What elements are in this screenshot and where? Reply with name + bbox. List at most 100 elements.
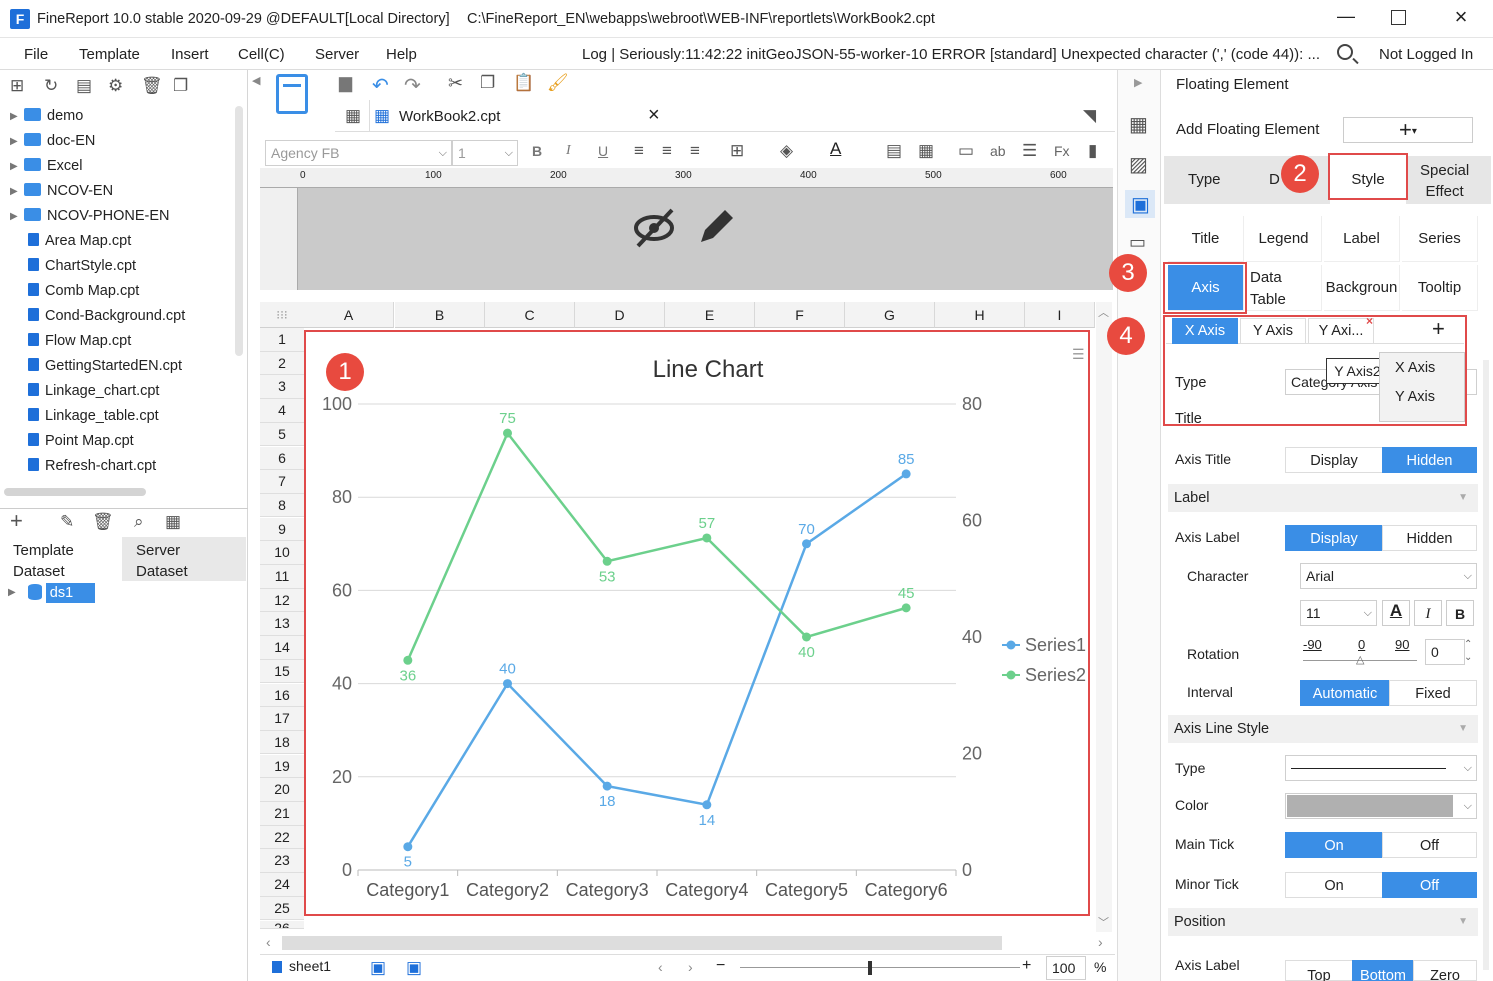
row-number[interactable]: 14 bbox=[260, 636, 304, 660]
style-tab-legend[interactable]: Legend bbox=[1246, 216, 1322, 262]
tree-file[interactable]: Area Map.cpt bbox=[10, 229, 131, 254]
style-tab-backgroun[interactable]: Backgroun bbox=[1324, 265, 1400, 311]
axis-line-style-section[interactable]: Axis Line Style ▼ bbox=[1168, 715, 1478, 743]
menu-help[interactable]: Help bbox=[386, 46, 417, 63]
collapse-right-icon[interactable]: ▶ bbox=[1134, 76, 1142, 89]
tree-file[interactable]: Flow Map.cpt bbox=[10, 329, 131, 354]
login-status[interactable]: Not Logged In bbox=[1379, 46, 1473, 63]
collapse-left-icon[interactable]: ◀ bbox=[252, 74, 260, 87]
tab-workbook2[interactable]: ▦ WorkBook2.cpt × bbox=[369, 100, 669, 132]
style-tab-label[interactable]: Label bbox=[1324, 216, 1400, 262]
row-number[interactable]: 17 bbox=[260, 707, 304, 731]
line-type-select[interactable]: ⌵ bbox=[1285, 755, 1477, 781]
align-right-icon[interactable]: ≡ bbox=[690, 141, 700, 161]
add-floating-button[interactable]: +▾ bbox=[1343, 117, 1473, 143]
rotation-slider-thumb[interactable]: △ bbox=[1356, 653, 1364, 666]
font-color-button[interactable]: A bbox=[1382, 600, 1410, 626]
menu-file[interactable]: File bbox=[24, 46, 48, 63]
tab-special-effect[interactable]: Special Effect bbox=[1420, 160, 1469, 202]
floating-element-tab[interactable]: ▣ bbox=[1125, 190, 1155, 218]
font-select[interactable]: Arial ⌵ bbox=[1300, 563, 1477, 589]
fill-color-icon[interactable]: ◈ bbox=[780, 141, 793, 161]
dataset-settings-icon[interactable]: ▦ bbox=[165, 512, 181, 532]
sheet-tab[interactable]: sheet1 bbox=[289, 958, 331, 974]
column-header[interactable]: D bbox=[575, 302, 665, 328]
position-top[interactable]: Top bbox=[1285, 960, 1353, 981]
italic-button[interactable]: I bbox=[1414, 600, 1442, 626]
tree-vscrollbar[interactable] bbox=[235, 106, 243, 356]
tree-file[interactable]: Linkage_table.cpt bbox=[10, 404, 159, 429]
row-number[interactable]: 26 bbox=[260, 920, 304, 929]
row-number[interactable]: 10 bbox=[260, 541, 304, 565]
next-sheet-icon[interactable]: › bbox=[688, 959, 693, 975]
template-icon[interactable] bbox=[276, 74, 308, 114]
minor-tick-on[interactable]: On bbox=[1285, 872, 1383, 898]
row-number[interactable]: 6 bbox=[260, 446, 304, 471]
scroll-left-icon[interactable]: ‹ bbox=[266, 934, 271, 950]
chart-frame[interactable]: Line Chart 0 20 40 60 80 100 0 20 40 60 80 Category1… bbox=[304, 330, 1090, 916]
format-painter-icon[interactable]: 🖌 bbox=[547, 73, 569, 93]
add-dashboard-icon[interactable]: ▣ bbox=[406, 958, 422, 978]
column-header[interactable]: H bbox=[935, 302, 1025, 328]
close-window-button[interactable]: × bbox=[1449, 4, 1473, 29]
delete-dataset-icon[interactable]: 🗑 bbox=[92, 512, 114, 532]
tab-type[interactable]: Type bbox=[1188, 171, 1221, 188]
refresh-icon[interactable]: ↻ bbox=[44, 76, 58, 96]
minimize-button[interactable]: — bbox=[1334, 6, 1358, 30]
row-number[interactable]: 16 bbox=[260, 683, 304, 708]
row-number[interactable]: 4 bbox=[260, 399, 304, 423]
tree-folder[interactable]: ▶ NCOV-EN bbox=[10, 179, 113, 204]
settings-icon[interactable]: ⚙ bbox=[108, 76, 123, 96]
chart-menu-icon[interactable]: ☰ bbox=[1072, 346, 1088, 363]
column-header[interactable]: I bbox=[1025, 302, 1095, 328]
column-header[interactable]: G bbox=[845, 302, 935, 328]
style-tab-title[interactable]: Title bbox=[1168, 216, 1244, 262]
wrap-icon[interactable]: ☰ bbox=[1022, 141, 1037, 161]
dataset-item[interactable]: ▶ ds1 bbox=[8, 583, 96, 606]
column-header[interactable]: E bbox=[665, 302, 755, 328]
style-tab-tooltip[interactable]: Tooltip bbox=[1402, 265, 1478, 311]
tab-template-dataset[interactable]: Template Dataset bbox=[0, 537, 122, 581]
log-message[interactable]: Log | Seriously:11:42:22 initGeoJSON-55-… bbox=[582, 46, 1327, 63]
row-number[interactable]: 22 bbox=[260, 825, 304, 850]
rotation-input[interactable]: 0 bbox=[1425, 639, 1465, 665]
zoom-input[interactable]: 100 bbox=[1046, 956, 1086, 980]
tab-data[interactable]: D bbox=[1269, 171, 1280, 188]
column-header[interactable]: F bbox=[755, 302, 845, 328]
italic-icon[interactable]: I bbox=[566, 143, 571, 159]
save-icon[interactable]: ▆ bbox=[339, 73, 352, 93]
panel-scrollbar[interactable] bbox=[1483, 360, 1489, 970]
copy-cell-icon[interactable]: ❐ bbox=[480, 73, 495, 93]
tree-file[interactable]: Cond-Background.cpt bbox=[10, 304, 185, 329]
condition-icon[interactable]: ▨ bbox=[1129, 152, 1148, 177]
delete-icon[interactable]: 🗑 bbox=[141, 76, 163, 96]
redo-icon[interactable]: ↷ bbox=[404, 73, 421, 98]
position-bottom[interactable]: Bottom bbox=[1352, 960, 1414, 981]
row-number[interactable]: 5 bbox=[260, 422, 304, 447]
position-section[interactable]: Position ▼ bbox=[1168, 908, 1478, 936]
align-center-icon[interactable]: ≡ bbox=[662, 141, 672, 161]
column-header[interactable]: B bbox=[395, 302, 485, 328]
main-tick-on[interactable]: On bbox=[1285, 832, 1383, 858]
tree-file[interactable]: Point Map.cpt bbox=[10, 429, 134, 454]
new-folder-icon[interactable]: ⊞ bbox=[10, 76, 24, 96]
bold-icon[interactable]: B bbox=[532, 143, 542, 159]
tree-folder[interactable]: ▶ demo bbox=[10, 104, 83, 129]
row-number[interactable]: 23 bbox=[260, 849, 304, 873]
zoom-slider-thumb[interactable] bbox=[868, 961, 872, 975]
align-left-icon[interactable]: ≡ bbox=[634, 141, 644, 161]
label-section[interactable]: Label ▼ bbox=[1168, 484, 1478, 512]
bold-button[interactable]: B bbox=[1446, 600, 1474, 626]
tree-folder[interactable]: ▶ NCOV-PHONE-EN bbox=[10, 204, 169, 229]
tab-server-dataset[interactable]: Server Dataset bbox=[122, 537, 246, 581]
menu-server[interactable]: Server bbox=[315, 46, 359, 63]
font-family-select[interactable]: Agency FB ⌵ bbox=[265, 140, 452, 166]
axis-title-display[interactable]: Display bbox=[1285, 447, 1383, 473]
row-number[interactable]: 3 bbox=[260, 375, 304, 399]
minor-tick-off[interactable]: Off bbox=[1382, 872, 1477, 898]
maximize-button[interactable] bbox=[1391, 10, 1406, 25]
row-number[interactable]: 18 bbox=[260, 730, 304, 755]
preview-dataset-icon[interactable]: ⌕ bbox=[134, 512, 144, 532]
grid-hscrollbar[interactable] bbox=[282, 936, 1002, 950]
select-all-corner[interactable]: ⁝⁝⁝ bbox=[260, 302, 304, 328]
